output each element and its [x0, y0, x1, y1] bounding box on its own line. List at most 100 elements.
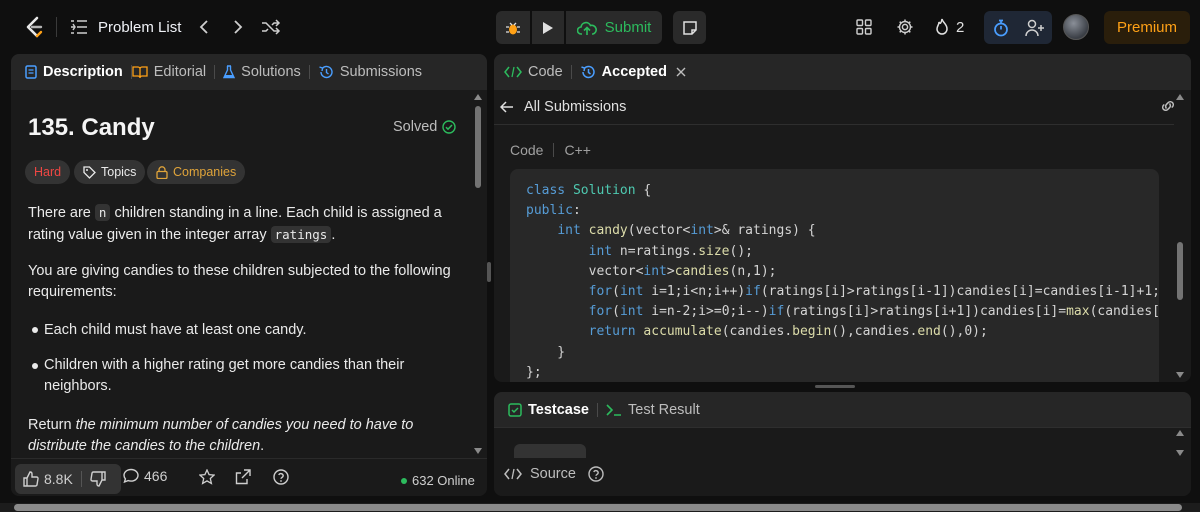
help-button[interactable] [273, 469, 289, 485]
scroll-thumb[interactable] [475, 106, 481, 188]
premium-button[interactable]: Premium [1104, 11, 1190, 44]
testcase-scrollbar[interactable] [1176, 428, 1184, 458]
description-paragraph-2: You are giving candies to these children… [28, 261, 451, 303]
like-button[interactable]: 8.8K [23, 471, 73, 487]
chevron-left-icon [199, 20, 208, 34]
run-button[interactable] [532, 11, 564, 44]
tab-description[interactable]: Description [25, 54, 123, 90]
prev-problem-button[interactable] [194, 17, 214, 37]
inline-code-ratings: ratings [270, 226, 332, 243]
code-line: public: [526, 203, 581, 219]
user-plus-icon [1025, 19, 1044, 36]
language-label: C++ [564, 142, 591, 158]
stopwatch-icon [994, 19, 1008, 36]
desc-text: You are giving candies to these children… [28, 263, 451, 279]
testcase-panel: Testcase Test Result Source [494, 392, 1191, 496]
submit-label: Submit [604, 19, 652, 36]
arrow-left-icon [500, 101, 513, 113]
bullet-dot [32, 327, 38, 333]
source-button[interactable]: Source [504, 466, 604, 482]
divider [80, 471, 82, 487]
random-problem-button[interactable] [260, 17, 282, 37]
share-button[interactable] [235, 469, 251, 485]
topics-label: Topics [101, 165, 137, 179]
dislike-button[interactable] [90, 471, 106, 487]
add-friend-button[interactable] [1018, 11, 1052, 44]
notes-button[interactable] [673, 11, 706, 44]
panel-resize-handle[interactable] [487, 262, 491, 282]
code-block[interactable]: class Solution { public: int candy(vecto… [510, 169, 1159, 382]
tag-icon [83, 165, 96, 179]
avatar[interactable] [1063, 14, 1089, 40]
tab-editorial-label: Editorial [153, 64, 207, 80]
streak-counter[interactable]: 2 [934, 14, 964, 40]
tab-code[interactable]: Code [504, 54, 563, 90]
desc-text-italic: distribute the candies to the children [28, 438, 261, 454]
scroll-down-arrow[interactable] [1176, 450, 1184, 456]
link-icon[interactable] [1159, 99, 1177, 113]
desc-text: . [331, 227, 336, 243]
requirement-2: Children with a higher rating get more c… [44, 355, 404, 397]
settings-button[interactable] [893, 15, 917, 39]
history-icon [319, 65, 333, 79]
submit-button[interactable]: Submit [566, 11, 662, 44]
problem-list-label: Problem List [98, 18, 182, 36]
divider [494, 124, 1174, 125]
topics-button[interactable]: Topics [74, 160, 146, 184]
tab-accepted-label: Accepted [601, 64, 667, 80]
code-scrollbar[interactable] [1176, 94, 1184, 382]
desc-text: Children with a higher rating get more c… [44, 357, 405, 373]
question-circle-icon[interactable] [588, 466, 604, 482]
problem-list-button[interactable]: Problem List [70, 16, 181, 38]
tab-editorial[interactable]: Editorial [132, 54, 206, 90]
scroll-up-arrow[interactable] [1176, 430, 1184, 436]
question-circle-icon [273, 469, 289, 485]
layout-grid-icon [856, 19, 872, 35]
close-icon[interactable] [676, 67, 686, 77]
tab-divider [570, 65, 572, 79]
debug-button[interactable] [496, 11, 530, 44]
solved-label: Solved [393, 119, 438, 135]
desc-text: children standing in a line. Each child … [110, 205, 442, 221]
online-label: 632 Online [412, 473, 475, 488]
source-label: Source [530, 466, 576, 482]
timer-button[interactable] [984, 11, 1018, 44]
online-count: 632 Online [401, 473, 475, 488]
next-problem-button[interactable] [228, 17, 248, 37]
scroll-up-arrow[interactable] [1176, 94, 1184, 100]
lock-icon [156, 165, 168, 179]
play-icon [543, 21, 553, 34]
description-scrollbar[interactable] [474, 94, 482, 458]
scroll-down-arrow[interactable] [1176, 372, 1184, 378]
panel-resize-handle-horizontal[interactable] [815, 385, 855, 388]
tab-testcase[interactable]: Testcase [508, 392, 589, 428]
shuffle-icon [262, 19, 281, 35]
layout-button[interactable] [852, 15, 876, 39]
chevron-right-icon [234, 20, 243, 34]
check-circle-icon [442, 120, 457, 134]
tab-accepted[interactable]: Accepted [580, 54, 686, 90]
description-footer: 8.8K 466 632 Online [11, 458, 487, 496]
tab-submissions[interactable]: Submissions [318, 54, 422, 90]
like-count: 8.8K [44, 471, 73, 487]
scroll-down-arrow[interactable] [474, 448, 482, 454]
comments-button[interactable]: 466 [123, 468, 167, 484]
favorite-button[interactable] [199, 469, 215, 485]
solved-status: Solved [393, 119, 457, 135]
companies-button[interactable]: Companies [147, 160, 246, 184]
scroll-up-arrow[interactable] [474, 94, 482, 100]
page-horizontal-scrollbar[interactable] [0, 503, 1200, 512]
left-tab-bar: Description Editorial Solutions Submissi… [11, 54, 487, 90]
scroll-thumb[interactable] [14, 504, 1182, 511]
tab-solutions[interactable]: Solutions [223, 54, 301, 90]
leetcode-logo-icon[interactable] [24, 16, 44, 38]
tab-submissions-label: Submissions [339, 64, 423, 80]
code-tab-bar: Code Accepted [494, 54, 1191, 90]
problem-title: 135. Candy [28, 114, 155, 141]
flask-icon [223, 65, 236, 79]
gear-icon [897, 19, 913, 35]
scroll-thumb[interactable] [1177, 242, 1183, 300]
all-submissions-link[interactable]: All Submissions [500, 94, 1160, 120]
tab-test-result[interactable]: Test Result [606, 392, 700, 428]
description-panel: Description Editorial Solutions Submissi… [11, 54, 487, 496]
